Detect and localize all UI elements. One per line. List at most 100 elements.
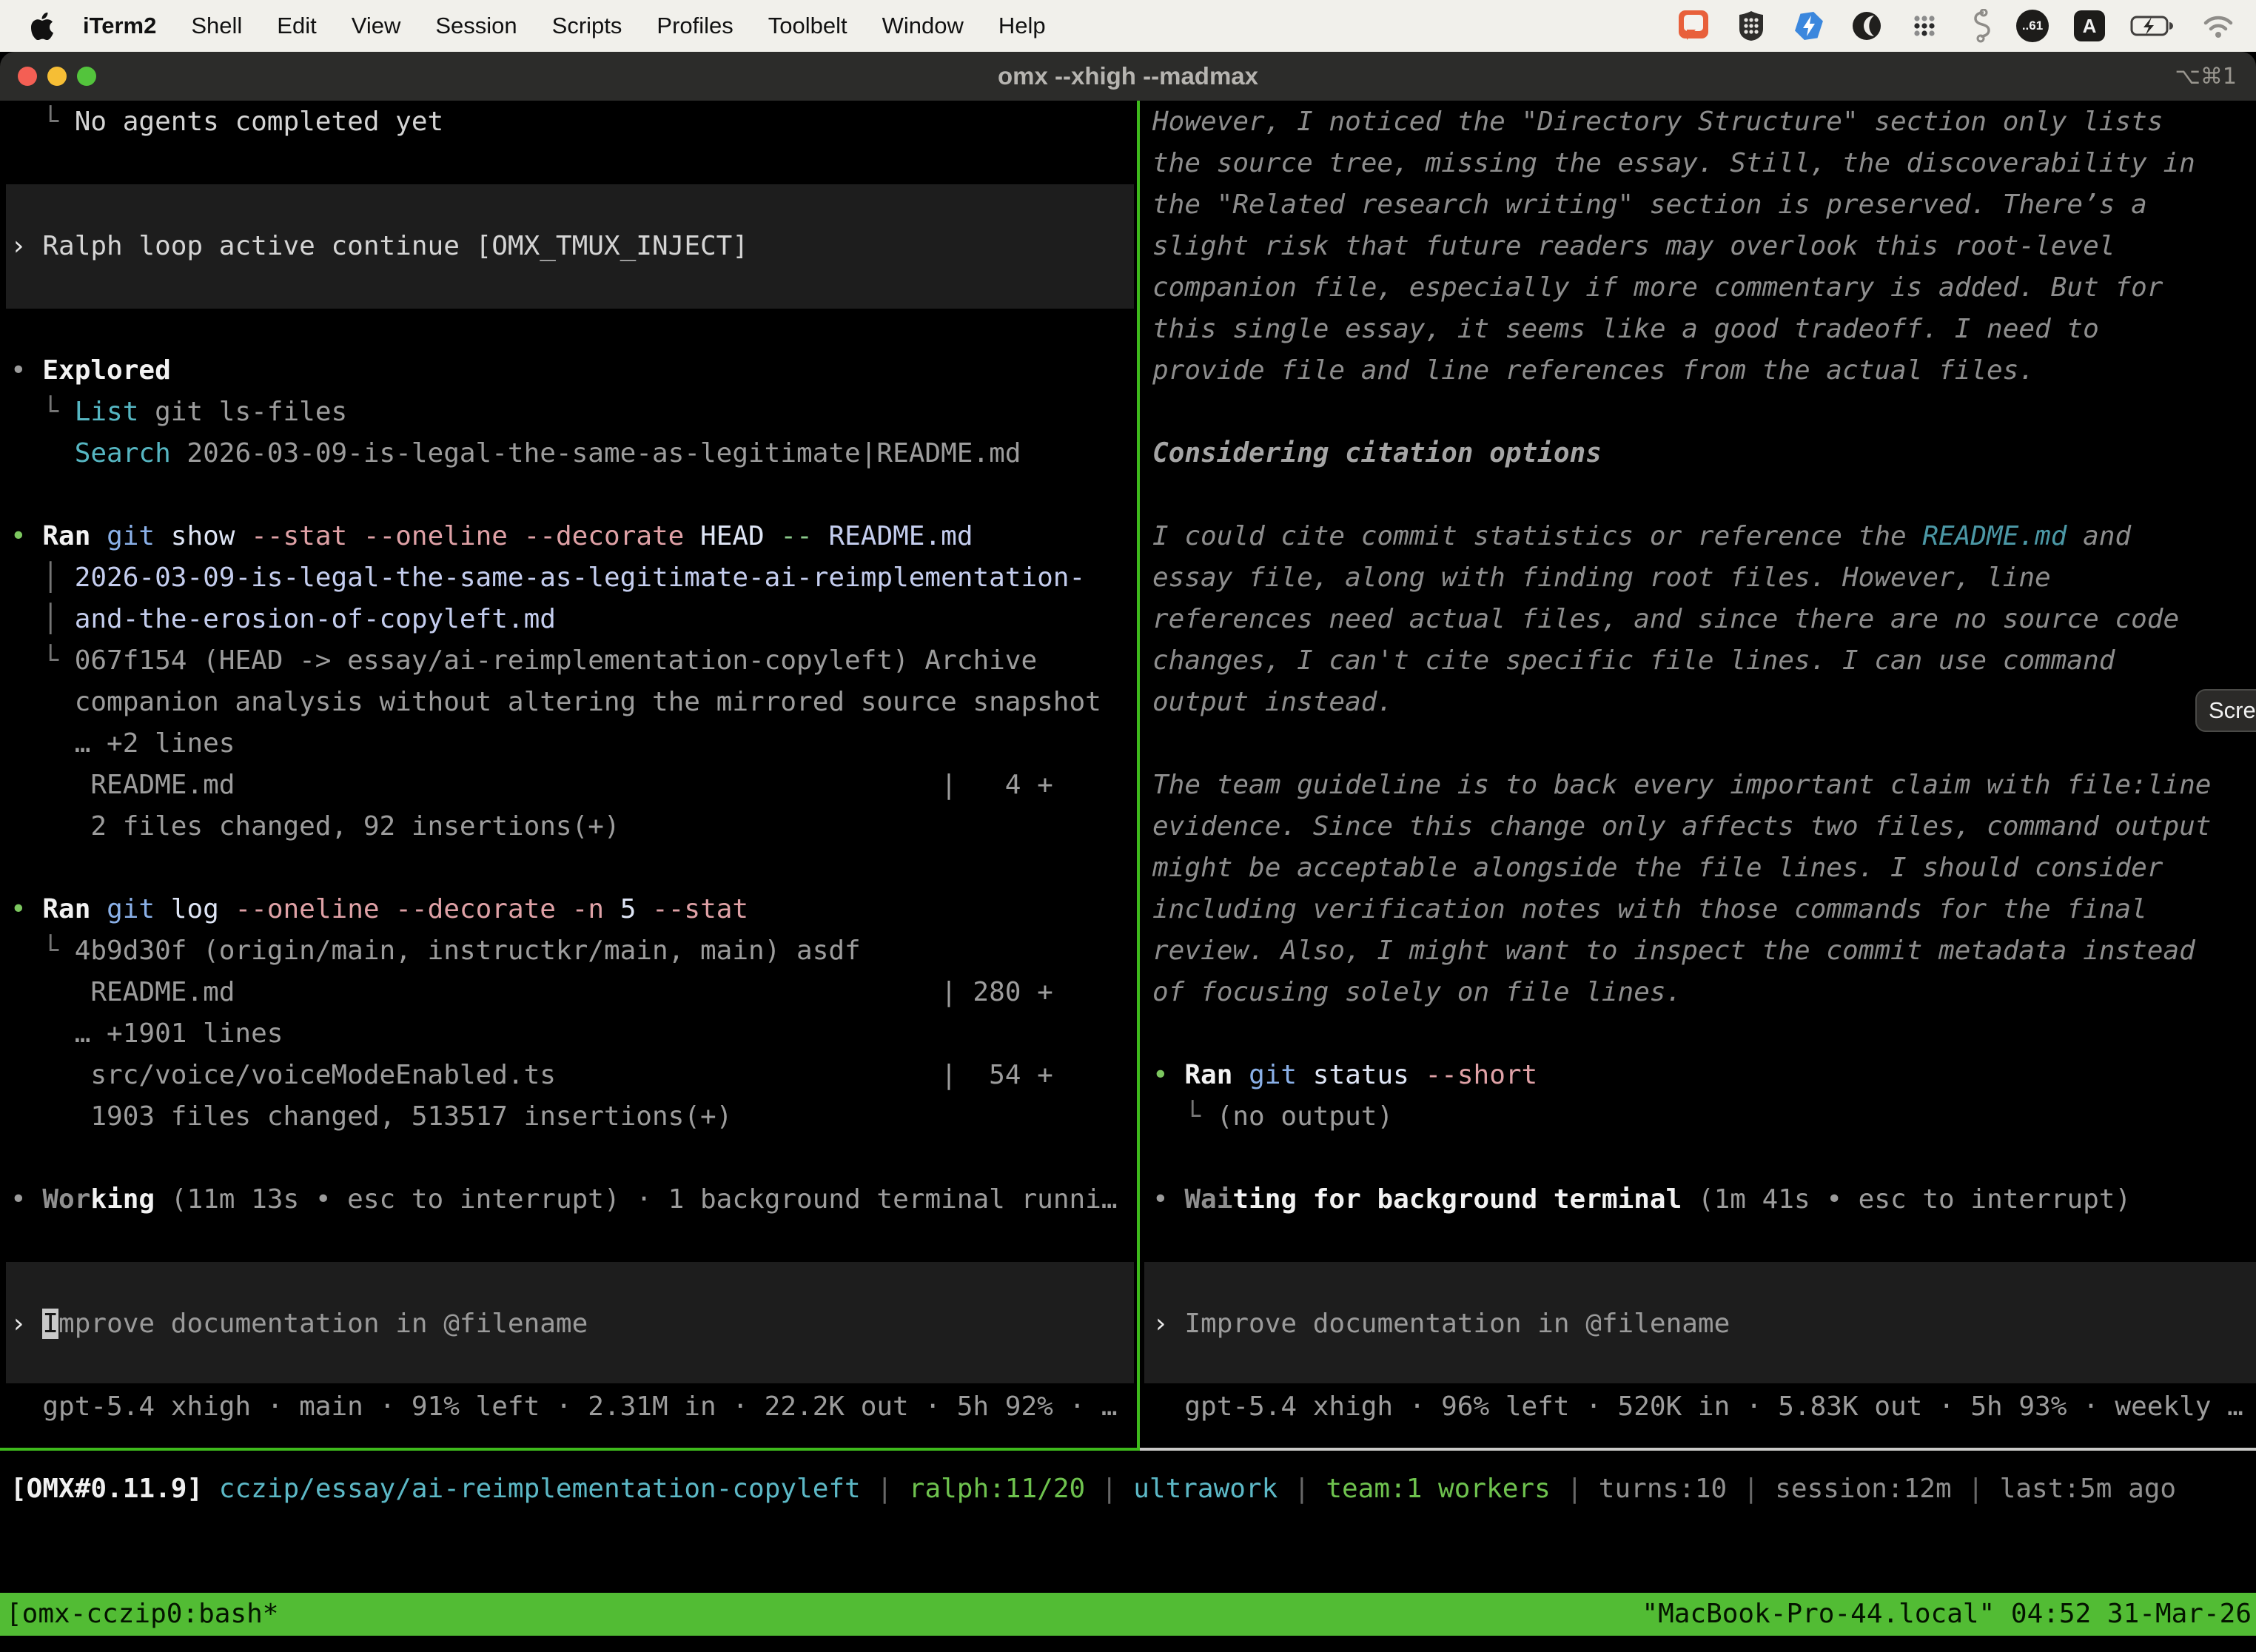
squiggle-icon[interactable] — [1966, 9, 1991, 43]
window-title-bar: omx --xhigh --madmax ⌥⌘1 — [0, 52, 2256, 101]
screen-tooltip: Scre — [2195, 689, 2256, 732]
terminal-line: README.md | 280 + — [10, 972, 1147, 1013]
apple-logo-icon — [31, 13, 53, 40]
terminal-line: evidence. Since this change only affects… — [1152, 806, 2256, 847]
terminal-line: › Improve documentation in @filename — [10, 1303, 1147, 1345]
terminal-line: › Ralph loop active continue [OMX_TMUX_I… — [10, 226, 1147, 267]
menu-item-profiles[interactable]: Profiles — [657, 13, 733, 39]
terminal-line: └ 067f154 (HEAD -> essay/ai-reimplementa… — [10, 640, 1147, 682]
terminal-line — [10, 1220, 1147, 1262]
terminal-line — [10, 267, 1147, 309]
menu-item-session[interactable]: Session — [435, 13, 517, 39]
terminal-line: references need actual files, and since … — [1152, 599, 2256, 640]
terminal-line: companion file, especially if more comme… — [1152, 267, 2256, 309]
window-shortcut-badge: ⌥⌘1 — [2175, 52, 2237, 101]
terminal-line: └ No agents completed yet — [10, 101, 1147, 143]
terminal-line — [10, 1345, 1147, 1386]
tmux-status-bar: [omx-cczip0:bash* "MacBook-Pro-44.local"… — [0, 1593, 2256, 1636]
left-terminal-pane[interactable]: └ No agents completed yet › Ralph loop ac… — [0, 101, 1147, 1428]
terminal-line — [10, 1262, 1147, 1303]
terminal-line — [10, 309, 1147, 350]
terminal-line: 1903 files changed, 513517 insertions(+) — [10, 1096, 1147, 1138]
terminal-line: • Ran git log --oneline --decorate -n 5 … — [10, 889, 1147, 930]
terminal-line: changes, I can't cite specific file line… — [1152, 640, 2256, 682]
terminal-line — [1152, 1013, 2256, 1055]
terminal-area: └ No agents completed yet › Ralph loop ac… — [0, 101, 2256, 1652]
terminal-line — [10, 847, 1147, 889]
omx-status-line: [OMX#0.11.9] cczip/essay/ai-reimplementa… — [0, 1468, 2256, 1510]
terminal-line: └ List git ls-files — [10, 392, 1147, 433]
terminal-line: └ (no output) — [1152, 1096, 2256, 1138]
terminal-line — [1152, 1220, 2256, 1262]
terminal-line: slight risk that future readers may over… — [1152, 226, 2256, 267]
counter-badge-icon[interactable]: ..61 — [2016, 10, 2049, 42]
tmux-host-clock: "MacBook-Pro-44.local" 04:52 31-Mar-26 — [1642, 1593, 2252, 1636]
assistant-badge-icon[interactable]: A — [2074, 10, 2105, 41]
right-terminal-pane[interactable]: However, I noticed the "Directory Struct… — [1142, 101, 2256, 1428]
terminal-line: │ and-the-erosion-of-copyleft.md — [10, 599, 1147, 640]
terminal-line — [1152, 1345, 2256, 1386]
terminal-line: │ 2026-03-09-is-legal-the-same-as-legiti… — [10, 557, 1147, 599]
menu-item-toolbelt[interactable]: Toolbelt — [768, 13, 847, 39]
menu-items: iTerm2 Shell Edit View Session Scripts Profile… — [83, 13, 1046, 39]
terminal-line: the "Related research writing" section i… — [1152, 184, 2256, 226]
terminal-line — [10, 143, 1147, 184]
terminal-line — [1152, 1138, 2256, 1179]
dots-grid-icon[interactable] — [1908, 10, 1941, 42]
terminal-line — [10, 184, 1147, 226]
assistant-badge-label: A — [2083, 15, 2097, 38]
terminal-line: • Waiting for background terminal (1m 41… — [1152, 1179, 2256, 1220]
terminal-line — [10, 474, 1147, 516]
terminal-line — [1152, 723, 2256, 765]
chat-icon[interactable] — [1677, 9, 1710, 43]
terminal-line: might be acceptable alongside the file l… — [1152, 847, 2256, 889]
keypad-shield-icon[interactable] — [1735, 10, 1767, 42]
bolt-badge-icon[interactable] — [1793, 10, 1825, 42]
terminal-line: └ 4b9d30f (origin/main, instructkr/main,… — [10, 930, 1147, 972]
iterm2-window: iTerm2 Shell Edit View Session Scripts Profile… — [0, 0, 2256, 1652]
menu-item-scripts[interactable]: Scripts — [552, 13, 622, 39]
menu-bar: iTerm2 Shell Edit View Session Scripts Profile… — [0, 0, 2256, 52]
terminal-line: I could cite commit statistics or refere… — [1152, 516, 2256, 557]
terminal-line: provide file and line references from th… — [1152, 350, 2256, 392]
terminal-line: Considering citation options — [1152, 433, 2256, 474]
menu-item-view[interactable]: View — [352, 13, 401, 39]
pane-bottom-border-left — [0, 1448, 1140, 1451]
terminal-line: • Explored — [10, 350, 1147, 392]
terminal-line: gpt-5.4 xhigh · 96% left · 520K in · 5.8… — [1152, 1386, 2256, 1428]
terminal-line: gpt-5.4 xhigh · main · 91% left · 2.31M … — [10, 1386, 1147, 1428]
terminal-line: this single essay, it seems like a good … — [1152, 309, 2256, 350]
terminal-line: › Improve documentation in @filename — [1152, 1303, 2256, 1345]
menu-item-iterm2[interactable]: iTerm2 — [83, 13, 156, 39]
menu-status-icons: ..61 A — [1677, 0, 2235, 52]
screen-tooltip-label: Scre — [2209, 697, 2256, 724]
terminal-line: essay file, along with finding root file… — [1152, 557, 2256, 599]
menu-item-shell[interactable]: Shell — [191, 13, 242, 39]
wifi-icon[interactable] — [2201, 13, 2235, 39]
terminal-line: The team guideline is to back every impo… — [1152, 765, 2256, 806]
terminal-line: output instead. — [1152, 682, 2256, 723]
terminal-line: src/voice/voiceModeEnabled.ts | 54 + — [10, 1055, 1147, 1096]
terminal-line: the source tree, missing the essay. Stil… — [1152, 143, 2256, 184]
terminal-line: companion analysis without altering the … — [10, 682, 1147, 723]
terminal-line: … +2 lines — [10, 723, 1147, 765]
terminal-line: • Ran git show --stat --oneline --decora… — [10, 516, 1147, 557]
terminal-line: … +1901 lines — [10, 1013, 1147, 1055]
menu-item-help[interactable]: Help — [998, 13, 1046, 39]
terminal-line: of focusing solely on file lines. — [1152, 972, 2256, 1013]
apple-menu[interactable] — [31, 13, 53, 40]
tmux-session-label[interactable]: [omx-cczip0:bash* — [6, 1593, 278, 1636]
pane-divider[interactable] — [1137, 101, 1140, 1448]
terminal-line: Search 2026-03-09-is-legal-the-same-as-l… — [10, 433, 1147, 474]
battery-charging-icon[interactable] — [2130, 14, 2176, 38]
menu-item-edit[interactable]: Edit — [277, 13, 316, 39]
window-title: omx --xhigh --madmax — [0, 52, 2256, 101]
terminal-line: review. Also, I might want to inspect th… — [1152, 930, 2256, 972]
terminal-line: • Working (11m 13s • esc to interrupt) ·… — [10, 1179, 1147, 1220]
terminal-line: README.md | 4 + — [10, 765, 1147, 806]
menu-item-window[interactable]: Window — [882, 13, 964, 39]
terminal-line: However, I noticed the "Directory Struct… — [1152, 101, 2256, 143]
terminal-line — [10, 1138, 1147, 1179]
moon-contrast-icon[interactable] — [1850, 10, 1883, 42]
terminal-line — [1152, 392, 2256, 433]
